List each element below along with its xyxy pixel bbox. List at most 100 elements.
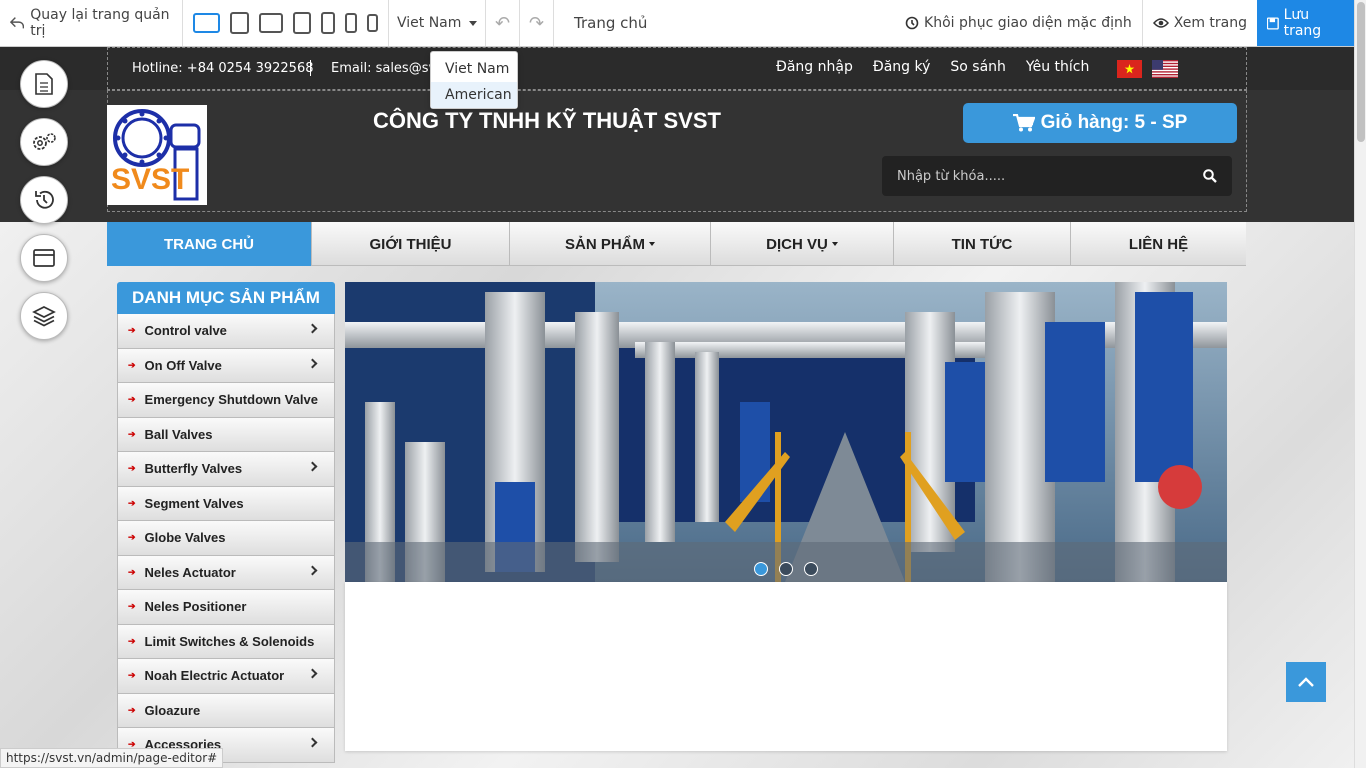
chevron-right-icon — [307, 461, 318, 472]
save-page-button[interactable]: Lưu trang — [1257, 0, 1354, 46]
bullet-arrow-icon: ➔ — [128, 463, 136, 474]
nav-about-label: GIỚI THIỆU — [369, 235, 452, 253]
usa-flag-icon[interactable] — [1152, 60, 1178, 78]
language-option-vietnam[interactable]: Viet Nam — [431, 56, 517, 82]
cart-button[interactable]: Giỏ hàng: 5 - SP — [963, 103, 1237, 143]
current-page-name: Trang chủ — [574, 14, 648, 32]
language-option-american[interactable]: American — [431, 82, 517, 108]
desktop-icon[interactable] — [193, 13, 220, 33]
search-icon[interactable] — [1203, 169, 1217, 183]
nav-news-label: TIN TỨC — [951, 235, 1013, 253]
cart-icon — [1012, 114, 1035, 132]
vietnam-flag-icon[interactable] — [1117, 60, 1142, 78]
category-item-label: Neles Actuator — [144, 564, 236, 580]
tablet-wide-icon[interactable] — [259, 13, 283, 33]
window-icon — [33, 249, 55, 267]
nav-products[interactable]: SẢN PHẨM — [510, 222, 711, 266]
bullet-arrow-icon: ➔ — [128, 704, 136, 715]
category-item[interactable]: ➔ Neles Positioner — [117, 590, 335, 625]
preview-label: Xem trang — [1173, 15, 1247, 31]
search-input[interactable] — [897, 168, 1177, 184]
nav-news[interactable]: TIN TỨC — [894, 222, 1071, 266]
layout-button[interactable] — [20, 234, 68, 282]
category-item[interactable]: ➔ Ball Valves — [117, 417, 335, 452]
scrollbar-thumb[interactable] — [1357, 2, 1365, 142]
login-link[interactable]: Đăng nhập — [776, 59, 853, 75]
tablet-landscape-icon[interactable] — [230, 12, 249, 34]
eye-icon — [1152, 18, 1169, 28]
caret-down-icon — [831, 242, 838, 246]
bullet-arrow-icon: ➔ — [128, 635, 136, 646]
category-item[interactable]: ➔ Gloazure — [117, 693, 335, 728]
history-icon — [35, 190, 54, 209]
nav-about[interactable]: GIỚI THIỆU — [312, 222, 510, 266]
category-item[interactable]: ➔ Neles Actuator — [117, 555, 335, 590]
cart-label: Giỏ hàng: 5 - SP — [1040, 112, 1188, 133]
category-item-label: Control valve — [144, 323, 227, 339]
category-item-label: Neles Positioner — [144, 599, 247, 615]
slider-dot-2[interactable] — [779, 562, 793, 576]
slider-dot-1[interactable] — [754, 562, 768, 576]
company-logo[interactable]: SVST — [107, 105, 207, 205]
back-to-admin-link[interactable]: Quay lại trang quản trị — [0, 0, 183, 46]
back-label: Quay lại trang quản trị — [30, 7, 170, 39]
category-item[interactable]: ➔ Noah Electric Actuator — [117, 659, 335, 694]
category-item-label: Emergency Shutdown Valve — [144, 392, 318, 408]
category-item[interactable]: ➔ Control valve — [117, 314, 335, 349]
category-item[interactable]: ➔ Butterfly Valves — [117, 452, 335, 487]
nav-home[interactable]: TRANG CHỦ — [107, 222, 312, 266]
company-name: CÔNG TY TNHH KỸ THUẬT SVST — [373, 108, 721, 133]
phone-large-icon[interactable] — [321, 12, 335, 34]
category-item-label: Segment Valves — [144, 495, 244, 511]
wishlist-link[interactable]: Yêu thích — [1026, 59, 1089, 75]
floppy-disk-icon — [1267, 16, 1279, 30]
slider-dot-3[interactable] — [804, 562, 818, 576]
nav-contact-label: LIÊN HỆ — [1128, 235, 1189, 253]
category-item[interactable]: ➔ Globe Valves — [117, 521, 335, 556]
chevron-right-icon — [307, 565, 318, 575]
redo-button[interactable]: ↷ — [520, 0, 554, 46]
language-selected: Viet Nam — [397, 15, 462, 31]
category-item-label: Globe Valves — [144, 530, 226, 546]
layers-icon — [32, 306, 56, 327]
chevron-up-icon — [1298, 677, 1314, 687]
banner-slider-image[interactable] — [345, 282, 1227, 582]
chevron-right-icon — [307, 737, 318, 748]
bullet-arrow-icon: ➔ — [128, 566, 136, 577]
email-text: Email: sales@sv — [331, 61, 437, 76]
language-select[interactable]: Viet Nam — [389, 0, 486, 46]
document-icon — [35, 73, 53, 95]
pages-button[interactable] — [20, 60, 68, 108]
nav-contact[interactable]: LIÊN HỆ — [1071, 222, 1246, 266]
layers-button[interactable] — [20, 292, 68, 340]
category-item-label: Limit Switches & Solenoids — [144, 633, 315, 649]
compare-link[interactable]: So sánh — [950, 59, 1006, 75]
bullet-arrow-icon: ➔ — [128, 670, 136, 681]
settings-button[interactable] — [20, 118, 68, 166]
category-item[interactable]: ➔ Emergency Shutdown Valve — [117, 383, 335, 418]
undo-button[interactable]: ↶ — [486, 0, 520, 46]
chevron-right-icon — [307, 358, 318, 368]
page-scrollbar[interactable] — [1354, 0, 1366, 768]
category-item[interactable]: ➔ On Off Valve — [117, 348, 335, 383]
restore-default-button[interactable]: Khôi phục giao diện mặc định — [895, 0, 1142, 46]
phone-small-icon[interactable] — [367, 14, 378, 32]
category-title: DANH MỤC SẢN PHẨM — [117, 282, 335, 314]
reply-arrow-icon — [10, 17, 25, 29]
tablet-portrait-icon[interactable] — [293, 12, 311, 34]
redo-icon: ↷ — [528, 12, 545, 34]
category-item[interactable]: ➔ Limit Switches & Solenoids — [117, 624, 335, 659]
main-navigation: TRANG CHỦ GIỚI THIỆU SẢN PHẨM DỊCH VỤ TI… — [107, 222, 1246, 266]
bullet-arrow-icon: ➔ — [128, 325, 136, 336]
preview-button[interactable]: Xem trang — [1141, 0, 1257, 46]
category-item-label: Noah Electric Actuator — [144, 668, 285, 684]
nav-services[interactable]: DỊCH VỤ — [711, 222, 894, 266]
scroll-to-top-button[interactable] — [1286, 662, 1326, 702]
category-item[interactable]: ➔ Segment Valves — [117, 486, 335, 521]
chevron-right-icon — [307, 323, 318, 334]
gears-icon — [33, 133, 56, 150]
history-button[interactable] — [20, 176, 68, 224]
register-link[interactable]: Đăng ký — [873, 59, 931, 75]
phone-medium-icon[interactable] — [345, 13, 357, 33]
content-panel — [345, 582, 1227, 751]
